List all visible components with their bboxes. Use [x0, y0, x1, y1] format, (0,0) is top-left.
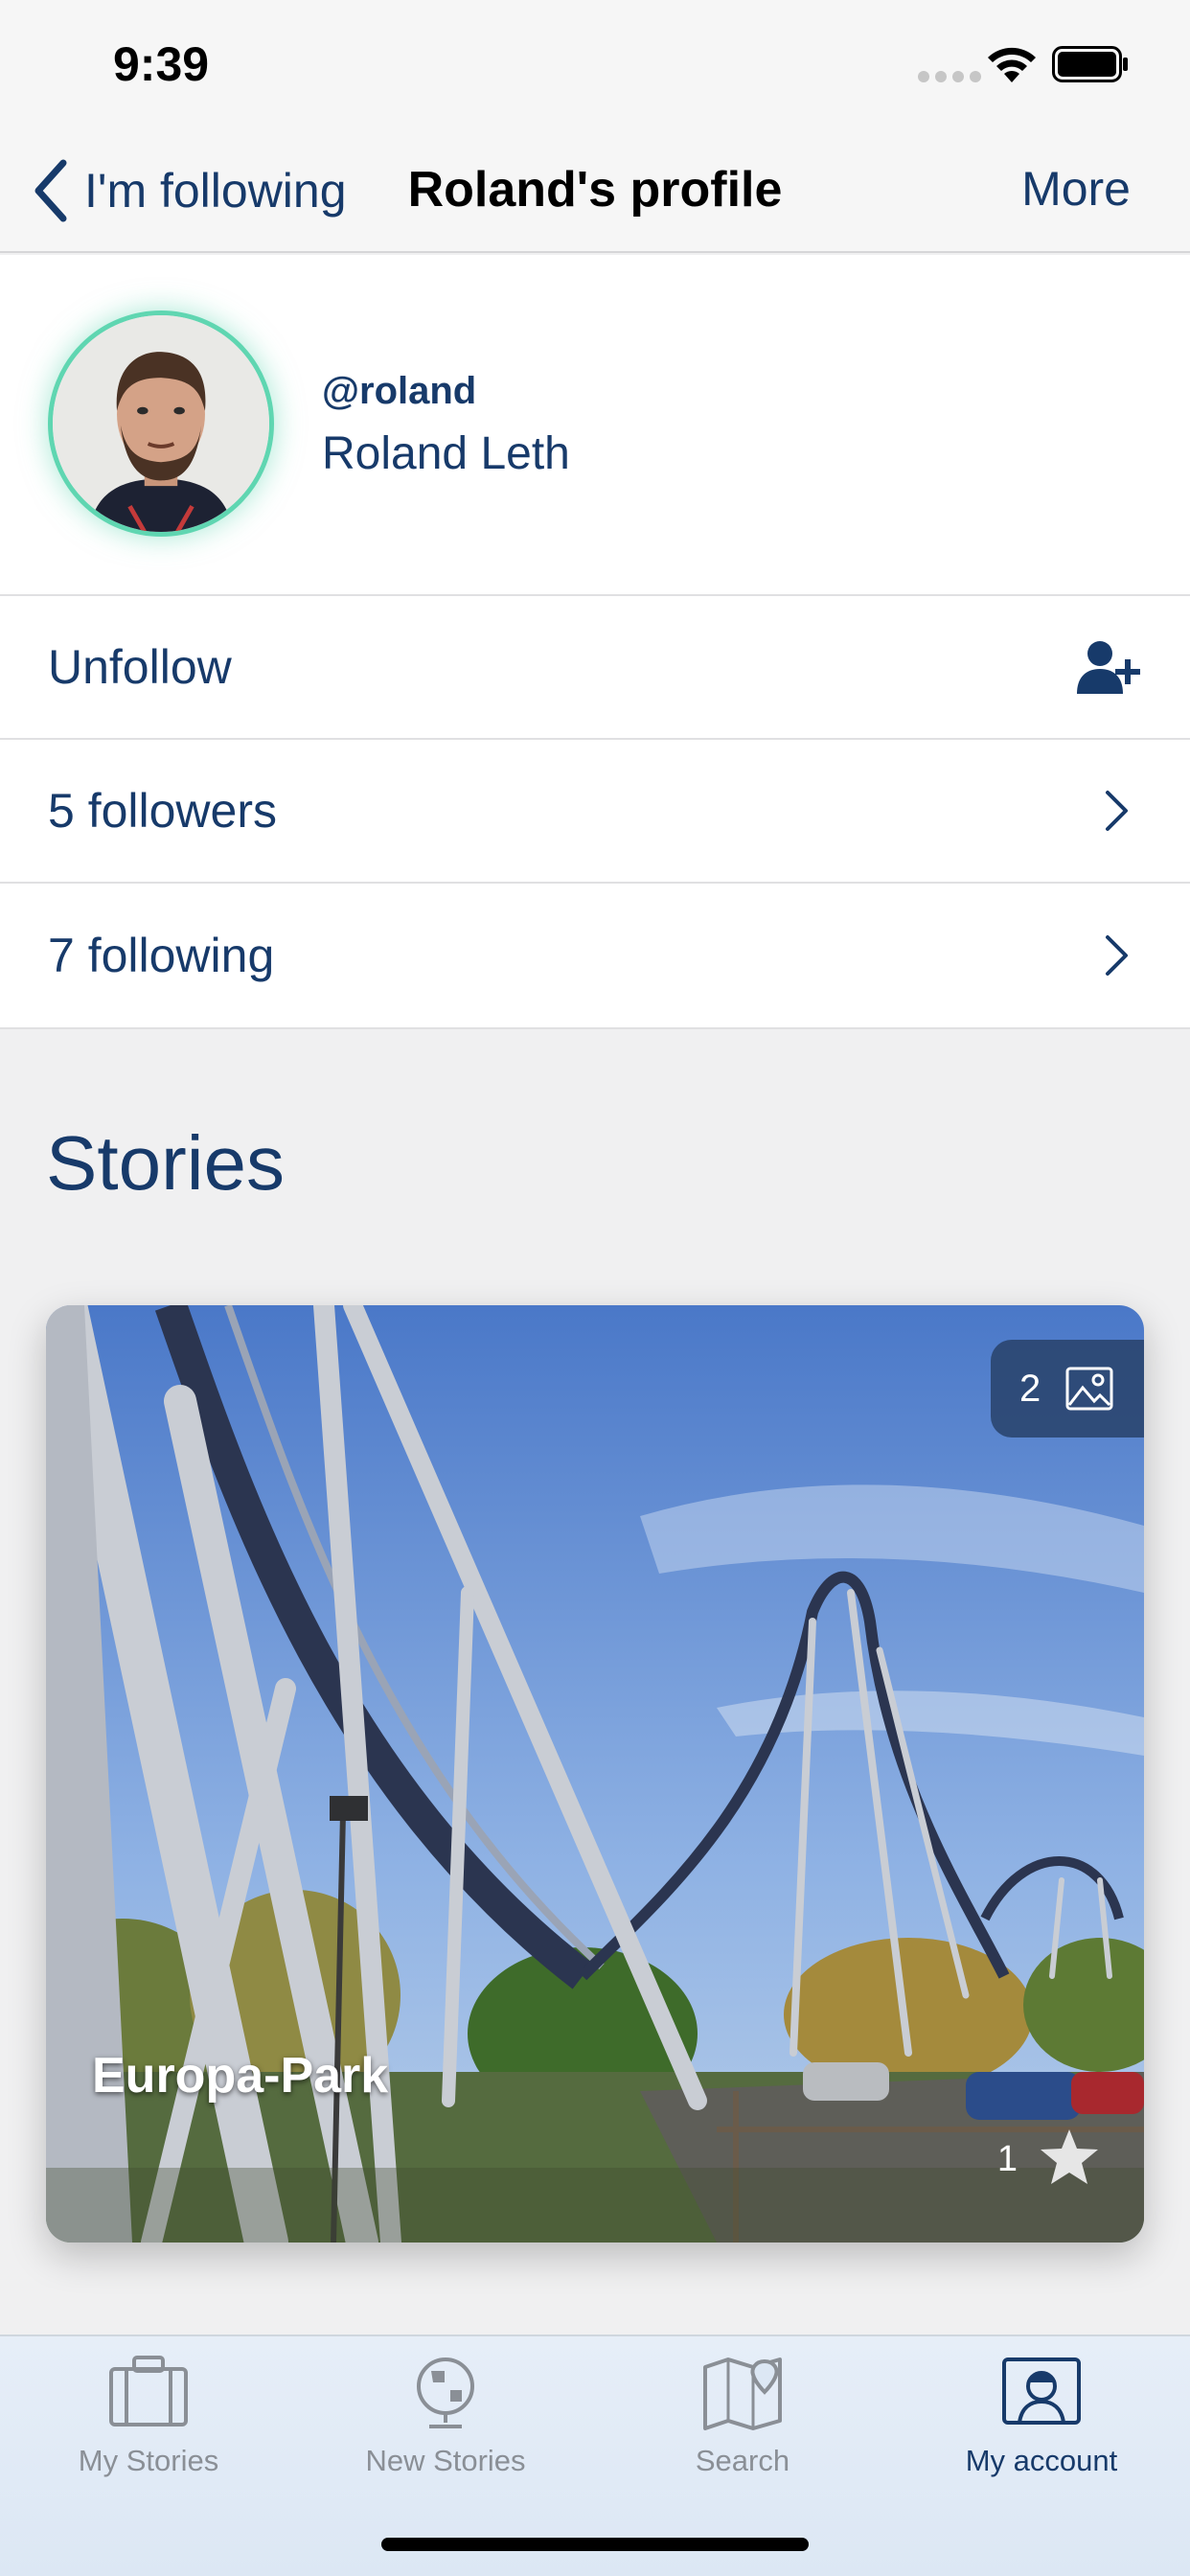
full-name: Roland Leth [322, 428, 570, 479]
map-icon [703, 2358, 782, 2430]
username: @roland [322, 370, 477, 412]
tab-my-account-label: My account [965, 2444, 1118, 2477]
tab-my-stories[interactable]: My Stories [0, 2354, 297, 2507]
avatar [48, 310, 274, 537]
tab-my-account[interactable]: My account [893, 2354, 1190, 2507]
following-label: 7 following [48, 929, 275, 982]
star-count: 1 [996, 2139, 1018, 2179]
story-title: Europa-Park [92, 2048, 389, 2104]
following-row[interactable]: 7 following [0, 884, 1190, 1029]
status-time: 9:39 [113, 37, 210, 91]
photo-count-badge: 2 [991, 1340, 1144, 1438]
followers-label: 5 followers [48, 784, 277, 838]
globe-icon [417, 2358, 474, 2428]
tab-new-stories-label: New Stories [365, 2444, 526, 2477]
tab-my-stories-label: My Stories [78, 2444, 219, 2477]
chevron-right-icon [1106, 935, 1128, 976]
image-icon [1065, 1367, 1113, 1411]
more-button[interactable]: More [1021, 161, 1131, 217]
battery-icon [1052, 46, 1128, 82]
photo-count: 2 [1019, 1367, 1041, 1410]
tab-new-stories[interactable]: New Stories [297, 2354, 594, 2507]
story-card[interactable]: 2 Europa-Park 1 [46, 1305, 1144, 2242]
stories-section-title: Stories [46, 1120, 285, 1206]
status-bar: 9:39 [0, 0, 1190, 126]
suitcase-icon [109, 2356, 188, 2426]
wifi-icon [988, 47, 1036, 82]
home-indicator [381, 2538, 809, 2551]
chevron-right-icon [1106, 791, 1128, 831]
star-icon[interactable] [1039, 2128, 1100, 2187]
cellular-signal-icon [918, 71, 981, 82]
person-add-icon [1077, 641, 1140, 694]
account-icon [1002, 2358, 1081, 2425]
profile-header: @roland Roland Leth [0, 255, 1190, 596]
tab-search[interactable]: Search [594, 2354, 891, 2507]
tab-search-label: Search [695, 2444, 790, 2477]
page-title: Roland's profile [407, 162, 783, 218]
avatar-photo [53, 315, 269, 532]
unfollow-label: Unfollow [48, 640, 232, 694]
followers-row[interactable]: 5 followers [0, 740, 1190, 884]
navigation-bar: I'm following Roland's profile More [0, 126, 1190, 253]
unfollow-row[interactable]: Unfollow [0, 596, 1190, 740]
